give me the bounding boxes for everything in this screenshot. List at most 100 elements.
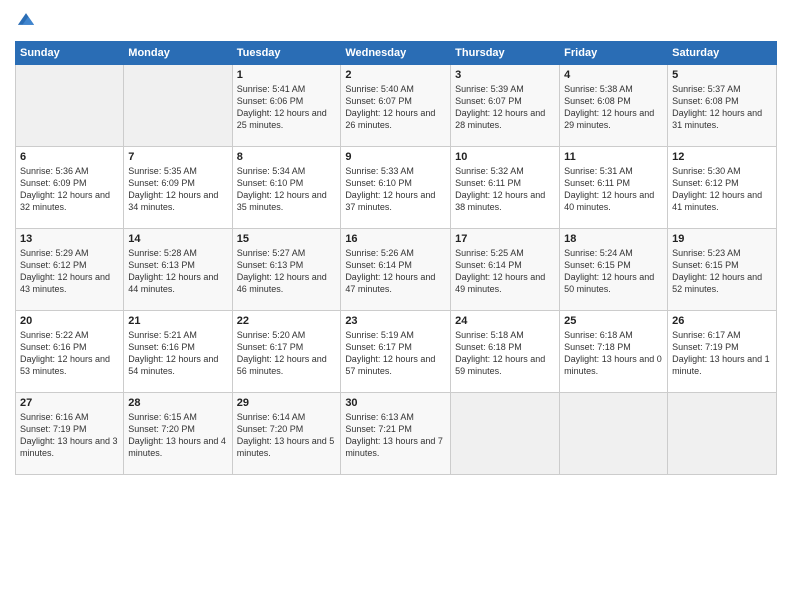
day-cell: 13 Sunrise: 5:29 AMSunset: 6:12 PMDayligh… [16, 229, 124, 311]
day-cell: 16Sunrise: 5:26 AMSunset: 6:14 PMDayligh… [341, 229, 451, 311]
day-info: Sunrise: 5:30 AMSunset: 6:12 PMDaylight:… [672, 165, 772, 214]
day-cell [560, 393, 668, 475]
day-number: 4 [564, 69, 663, 81]
day-info: Sunrise: 5:39 AMSunset: 6:07 PMDaylight:… [455, 83, 555, 132]
day-cell [16, 65, 124, 147]
day-info: Sunrise: 5:20 AMSunset: 6:17 PMDaylight:… [237, 329, 337, 378]
logo [15, 10, 39, 33]
day-cell [668, 393, 777, 475]
day-cell: 20Sunrise: 5:22 AMSunset: 6:16 PMDayligh… [16, 311, 124, 393]
week-row-2: 6Sunrise: 5:36 AMSunset: 6:09 PMDaylight… [16, 147, 777, 229]
day-number: 17 [455, 233, 555, 245]
day-cell: 29 Sunrise: 6:14 AMSunset: 7:20 PMDayligh… [232, 393, 341, 475]
day-cell: 25 Sunrise: 6:18 AMSunset: 7:18 PMDayligh… [560, 311, 668, 393]
day-info: Sunrise: 6:13 AMSunset: 7:21 PMDaylight:… [345, 411, 446, 460]
day-number: 8 [237, 151, 337, 163]
day-number: 27 [20, 397, 119, 409]
day-info: Sunrise: 5:18 AMSunset: 6:18 PMDaylight:… [455, 329, 555, 378]
day-number: 12 [672, 151, 772, 163]
calendar-table: SundayMondayTuesdayWednesdayThursdayFrid… [15, 41, 777, 475]
day-number: 9 [345, 151, 446, 163]
day-cell: 9Sunrise: 5:33 AMSunset: 6:10 PMDaylight… [341, 147, 451, 229]
day-info: Sunrise: 5:38 AMSunset: 6:08 PMDaylight:… [564, 83, 663, 132]
day-number: 30 [345, 397, 446, 409]
day-number: 14 [128, 233, 227, 245]
day-number: 16 [345, 233, 446, 245]
day-number: 10 [455, 151, 555, 163]
day-cell: 24 Sunrise: 5:18 AMSunset: 6:18 PMDayligh… [451, 311, 560, 393]
header-row: SundayMondayTuesdayWednesdayThursdayFrid… [16, 42, 777, 65]
day-info: Sunrise: 5:25 AMSunset: 6:14 PMDaylight:… [455, 247, 555, 296]
day-number: 25 [564, 315, 663, 327]
day-number: 22 [237, 315, 337, 327]
day-info: Sunrise: 6:14 AMSunset: 7:20 PMDaylight:… [237, 411, 337, 460]
day-info: Sunrise: 5:37 AMSunset: 6:08 PMDaylight:… [672, 83, 772, 132]
day-cell: 23Sunrise: 5:19 AMSunset: 6:17 PMDayligh… [341, 311, 451, 393]
day-number: 29 [237, 397, 337, 409]
day-number: 2 [345, 69, 446, 81]
day-number: 20 [20, 315, 119, 327]
day-number: 26 [672, 315, 772, 327]
day-number: 11 [564, 151, 663, 163]
day-cell: 14 Sunrise: 5:28 AMSunset: 6:13 PMDayligh… [124, 229, 232, 311]
day-info: Sunrise: 5:27 AMSunset: 6:13 PMDaylight:… [237, 247, 337, 296]
day-cell: 15 Sunrise: 5:27 AMSunset: 6:13 PMDayligh… [232, 229, 341, 311]
day-info: Sunrise: 5:32 AMSunset: 6:11 PMDaylight:… [455, 165, 555, 214]
day-number: 19 [672, 233, 772, 245]
week-row-1: 1 Sunrise: 5:41 AMSunset: 6:06 PMDaylight… [16, 65, 777, 147]
day-number: 28 [128, 397, 227, 409]
day-number: 6 [20, 151, 119, 163]
day-number: 18 [564, 233, 663, 245]
day-number: 1 [237, 69, 337, 81]
day-cell: 21 Sunrise: 5:21 AMSunset: 6:16 PMDayligh… [124, 311, 232, 393]
day-cell: 7Sunrise: 5:35 AMSunset: 6:09 PMDaylight… [124, 147, 232, 229]
day-info: Sunrise: 5:23 AMSunset: 6:15 PMDaylight:… [672, 247, 772, 296]
day-number: 15 [237, 233, 337, 245]
page-header [15, 10, 777, 33]
day-cell: 27Sunrise: 6:16 AMSunset: 7:19 PMDayligh… [16, 393, 124, 475]
header-cell-monday: Monday [124, 42, 232, 65]
logo-icon [17, 10, 35, 28]
week-row-3: 13 Sunrise: 5:29 AMSunset: 6:12 PMDayligh… [16, 229, 777, 311]
day-number: 7 [128, 151, 227, 163]
day-info: Sunrise: 5:19 AMSunset: 6:17 PMDaylight:… [345, 329, 446, 378]
day-info: Sunrise: 6:15 AMSunset: 7:20 PMDaylight:… [128, 411, 227, 460]
day-info: Sunrise: 5:41 AMSunset: 6:06 PMDaylight:… [237, 83, 337, 132]
day-cell: 26 Sunrise: 6:17 AMSunset: 7:19 PMDayligh… [668, 311, 777, 393]
week-row-4: 20Sunrise: 5:22 AMSunset: 6:16 PMDayligh… [16, 311, 777, 393]
day-number: 24 [455, 315, 555, 327]
header-cell-thursday: Thursday [451, 42, 560, 65]
header-cell-tuesday: Tuesday [232, 42, 341, 65]
day-info: Sunrise: 5:34 AMSunset: 6:10 PMDaylight:… [237, 165, 337, 214]
day-cell: 6Sunrise: 5:36 AMSunset: 6:09 PMDaylight… [16, 147, 124, 229]
day-number: 13 [20, 233, 119, 245]
day-cell: 30 Sunrise: 6:13 AMSunset: 7:21 PMDayligh… [341, 393, 451, 475]
day-info: Sunrise: 6:17 AMSunset: 7:19 PMDaylight:… [672, 329, 772, 378]
header-cell-wednesday: Wednesday [341, 42, 451, 65]
day-cell [124, 65, 232, 147]
day-cell: 4 Sunrise: 5:38 AMSunset: 6:08 PMDaylight… [560, 65, 668, 147]
calendar-page: SundayMondayTuesdayWednesdayThursdayFrid… [0, 0, 792, 612]
day-info: Sunrise: 5:31 AMSunset: 6:11 PMDaylight:… [564, 165, 663, 214]
day-info: Sunrise: 5:29 AMSunset: 6:12 PMDaylight:… [20, 247, 119, 296]
week-row-5: 27Sunrise: 6:16 AMSunset: 7:19 PMDayligh… [16, 393, 777, 475]
day-number: 5 [672, 69, 772, 81]
day-info: Sunrise: 5:21 AMSunset: 6:16 PMDaylight:… [128, 329, 227, 378]
day-cell: 17 Sunrise: 5:25 AMSunset: 6:14 PMDayligh… [451, 229, 560, 311]
header-cell-sunday: Sunday [16, 42, 124, 65]
day-cell: 2 Sunrise: 5:40 AMSunset: 6:07 PMDaylight… [341, 65, 451, 147]
day-info: Sunrise: 5:24 AMSunset: 6:15 PMDaylight:… [564, 247, 663, 296]
day-cell [451, 393, 560, 475]
day-cell: 11 Sunrise: 5:31 AMSunset: 6:11 PMDayligh… [560, 147, 668, 229]
day-cell: 1 Sunrise: 5:41 AMSunset: 6:06 PMDaylight… [232, 65, 341, 147]
day-cell: 3Sunrise: 5:39 AMSunset: 6:07 PMDaylight… [451, 65, 560, 147]
day-info: Sunrise: 5:40 AMSunset: 6:07 PMDaylight:… [345, 83, 446, 132]
day-cell: 8 Sunrise: 5:34 AMSunset: 6:10 PMDaylight… [232, 147, 341, 229]
header-cell-friday: Friday [560, 42, 668, 65]
day-cell: 5 Sunrise: 5:37 AMSunset: 6:08 PMDaylight… [668, 65, 777, 147]
day-info: Sunrise: 5:28 AMSunset: 6:13 PMDaylight:… [128, 247, 227, 296]
day-cell: 19 Sunrise: 5:23 AMSunset: 6:15 PMDayligh… [668, 229, 777, 311]
day-cell: 10 Sunrise: 5:32 AMSunset: 6:11 PMDayligh… [451, 147, 560, 229]
day-info: Sunrise: 6:18 AMSunset: 7:18 PMDaylight:… [564, 329, 663, 378]
day-number: 21 [128, 315, 227, 327]
